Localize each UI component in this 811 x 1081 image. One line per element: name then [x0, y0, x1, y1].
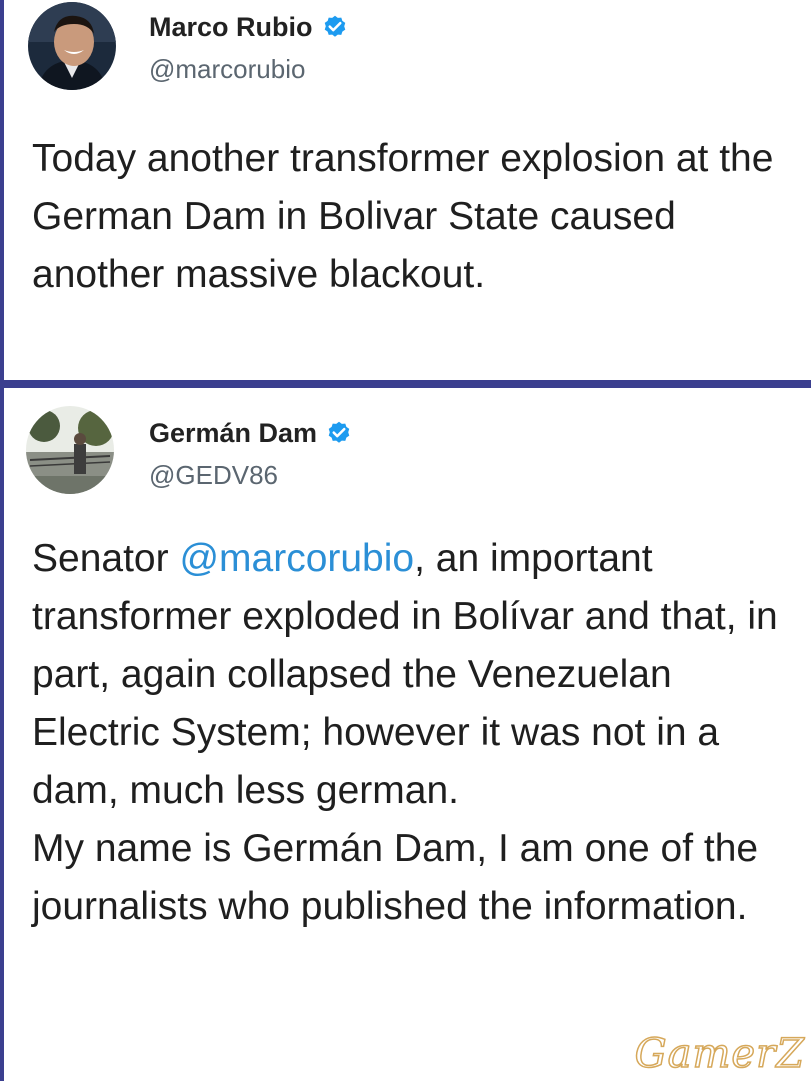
tweet-paragraph-1: Senator @marcorubio, an important transf…: [32, 530, 797, 820]
watermark: GamerZ: [634, 1030, 805, 1078]
author-name[interactable]: Marco Rubio: [149, 12, 313, 43]
mention-link[interactable]: @marcorubio: [179, 537, 414, 580]
tweet-paragraph-2: My name is Germán Dam, I am one of the j…: [32, 827, 759, 928]
author-handle[interactable]: @GEDV86: [149, 460, 278, 491]
avatar[interactable]: [28, 2, 116, 90]
verified-badge-icon: [328, 421, 350, 443]
author-row: Marco Rubio: [149, 12, 349, 43]
author-row: Germán Dam: [149, 418, 353, 449]
tweet-text: Today another transformer explosion at t…: [32, 137, 774, 296]
tweet-card-german-dam: Germán Dam @GEDV86 Senator @marcorubio, …: [0, 388, 811, 1081]
author-handle[interactable]: @marcorubio: [149, 54, 305, 85]
avatar-photo: [26, 406, 114, 494]
avatar-photo: [28, 2, 116, 90]
text-before-mention: Senator: [32, 537, 180, 580]
tweet-divider: [0, 380, 811, 388]
verified-badge-icon: [324, 15, 345, 37]
avatar[interactable]: [26, 406, 114, 494]
tweet-card-rubio: Marco Rubio @marcorubio Today another tr…: [0, 0, 811, 380]
author-name[interactable]: Germán Dam: [149, 418, 317, 449]
tweet-text: Senator @marcorubio, an important transf…: [32, 530, 797, 936]
